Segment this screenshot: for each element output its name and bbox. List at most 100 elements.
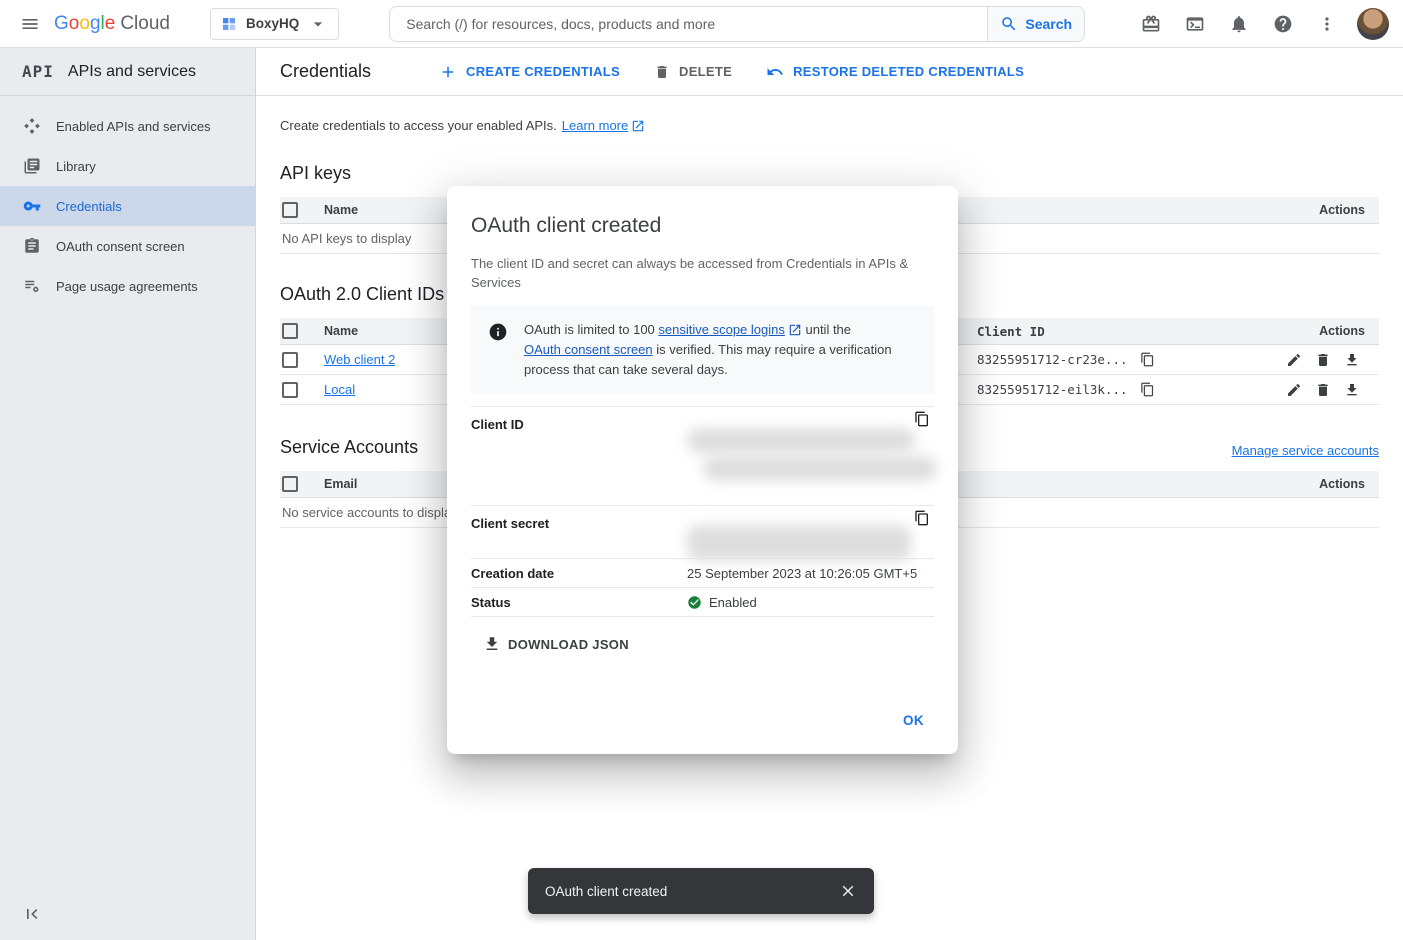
intro-sentence: Create credentials to access your enable… <box>280 118 557 133</box>
client-link[interactable]: Web client 2 <box>324 352 395 367</box>
project-name: BoxyHQ <box>246 16 299 31</box>
sidebar-item-label: Credentials <box>56 199 122 214</box>
dialog-fields: Client ID Client secret <box>471 406 934 617</box>
close-icon <box>839 882 857 900</box>
search-button-label: Search <box>1025 16 1072 32</box>
client-link[interactable]: Local <box>324 382 355 397</box>
manage-service-accounts-link[interactable]: Manage service accounts <box>1232 443 1379 458</box>
main-menu-button[interactable] <box>10 4 50 44</box>
client-name: Local <box>324 382 355 397</box>
dialog-footer: OK <box>471 705 934 736</box>
edit-client-button[interactable] <box>1281 377 1307 403</box>
logo-letter: G <box>54 13 69 35</box>
logo-letter: o <box>69 13 80 35</box>
sidebar-item-library[interactable]: Library <box>0 146 255 186</box>
delete-client-button[interactable] <box>1310 347 1336 373</box>
client-id-value: 83255951712-cr23e... <box>977 352 1128 367</box>
key-icon <box>23 197 41 215</box>
api-product-glyph: API <box>22 62 54 81</box>
snackbar-close-button[interactable] <box>830 873 866 909</box>
info-icon <box>488 322 508 342</box>
external-link-icon <box>631 119 645 133</box>
undo-icon <box>766 63 784 81</box>
copy-client-id-button[interactable] <box>1137 349 1159 371</box>
restore-deleted-credentials-button[interactable]: RESTORE DELETED CREDENTIALS <box>754 54 1036 90</box>
create-credentials-label: CREATE CREDENTIALS <box>466 64 620 79</box>
help-button[interactable] <box>1263 4 1303 44</box>
delete-label: DELETE <box>679 64 732 79</box>
oauth-consent-screen-link[interactable]: OAuth consent screen <box>524 340 653 360</box>
search-button[interactable]: Search <box>987 7 1084 41</box>
client-id-field: Client ID <box>471 406 934 505</box>
oauth-client-created-dialog: OAuth client created The client ID and s… <box>447 186 958 754</box>
external-link-icon <box>788 323 802 337</box>
select-all-checkbox[interactable] <box>282 323 298 339</box>
page-header: Credentials CREATE CREDENTIALS DELETE RE… <box>256 48 1403 96</box>
learn-more-link[interactable]: Learn more <box>562 118 645 133</box>
copy-client-id-button[interactable] <box>1137 379 1159 401</box>
free-trial-gift-button[interactable] <box>1131 4 1171 44</box>
column-header-actions: Actions <box>1197 477 1379 491</box>
row-checkbox[interactable] <box>282 352 298 368</box>
sensitive-scope-logins-link[interactable]: sensitive scope logins <box>658 320 801 340</box>
ok-button[interactable]: OK <box>893 705 934 736</box>
bell-icon <box>1229 14 1249 34</box>
oauth-limit-notice: OAuth is limited to 100 sensitive scope … <box>471 306 934 394</box>
sidebar-item-page-usage-agreements[interactable]: Page usage agreements <box>0 266 255 306</box>
creation-date-value: 25 September 2023 at 10:26:05 GMT+5 <box>687 566 917 581</box>
gift-icon <box>1141 14 1161 34</box>
delete-button[interactable]: DELETE <box>642 54 744 90</box>
more-options-button[interactable] <box>1307 4 1347 44</box>
service-accounts-heading: Service Accounts <box>280 437 418 458</box>
download-client-button[interactable] <box>1339 347 1365 373</box>
copy-client-id-button[interactable] <box>910 407 934 431</box>
collapse-nav-button[interactable] <box>14 896 50 932</box>
copy-icon <box>1140 352 1155 367</box>
three-dot-menu-icon <box>1317 14 1337 34</box>
collapse-left-icon <box>22 904 42 924</box>
dialog-subtitle: The client ID and secret can always be a… <box>471 254 934 292</box>
column-header-actions: Actions <box>1177 203 1379 217</box>
select-all-checkbox[interactable] <box>282 476 298 492</box>
topbar-actions <box>1131 4 1395 44</box>
select-all-checkbox[interactable] <box>282 202 298 218</box>
sidebar-item-enabled-apis[interactable]: Enabled APIs and services <box>0 106 255 146</box>
client-name: Web client 2 <box>324 352 395 367</box>
download-client-button[interactable] <box>1339 377 1365 403</box>
create-credentials-button[interactable]: CREATE CREDENTIALS <box>427 54 632 90</box>
sidebar-item-credentials[interactable]: Credentials <box>0 186 255 226</box>
topbar: Google Cloud BoxyHQ Search <box>0 0 1403 48</box>
sidebar-nav: Enabled APIs and services Library Creden… <box>0 96 255 306</box>
sidebar-item-oauth-consent[interactable]: OAuth consent screen <box>0 226 255 266</box>
download-json-button[interactable]: DOWNLOAD JSON <box>471 627 641 661</box>
creation-date-label: Creation date <box>471 566 687 581</box>
help-icon <box>1273 14 1293 34</box>
google-cloud-logo[interactable]: Google Cloud <box>54 13 170 35</box>
terminal-icon <box>1185 14 1205 34</box>
enabled-apis-icon <box>23 117 41 135</box>
column-header-actions: Actions <box>1267 324 1379 338</box>
notice-segment: until the <box>802 322 851 337</box>
delete-client-button[interactable] <box>1310 377 1336 403</box>
edit-client-button[interactable] <box>1281 347 1307 373</box>
empty-state-text: No service accounts to display <box>280 505 458 520</box>
sidebar-header: API APIs and services <box>0 48 255 96</box>
download-icon <box>483 635 501 653</box>
project-selector[interactable]: BoxyHQ <box>210 8 339 40</box>
pencil-icon <box>1286 382 1302 398</box>
notice-text: OAuth is limited to 100 sensitive scope … <box>524 320 918 380</box>
copy-icon <box>1140 382 1155 397</box>
search-input[interactable] <box>390 7 987 41</box>
download-icon <box>1344 352 1360 368</box>
cloud-shell-button[interactable] <box>1175 4 1215 44</box>
client-secret-label: Client secret <box>471 516 687 531</box>
user-avatar[interactable] <box>1357 8 1389 40</box>
column-header-client-id: Client ID <box>977 324 1267 339</box>
notifications-button[interactable] <box>1219 4 1259 44</box>
trash-icon <box>654 64 670 80</box>
copy-client-secret-button[interactable] <box>910 506 934 530</box>
notice-link-label: sensitive scope logins <box>658 320 784 340</box>
download-json-label: DOWNLOAD JSON <box>508 637 629 652</box>
empty-state-text: No API keys to display <box>280 231 411 246</box>
row-checkbox[interactable] <box>282 382 298 398</box>
